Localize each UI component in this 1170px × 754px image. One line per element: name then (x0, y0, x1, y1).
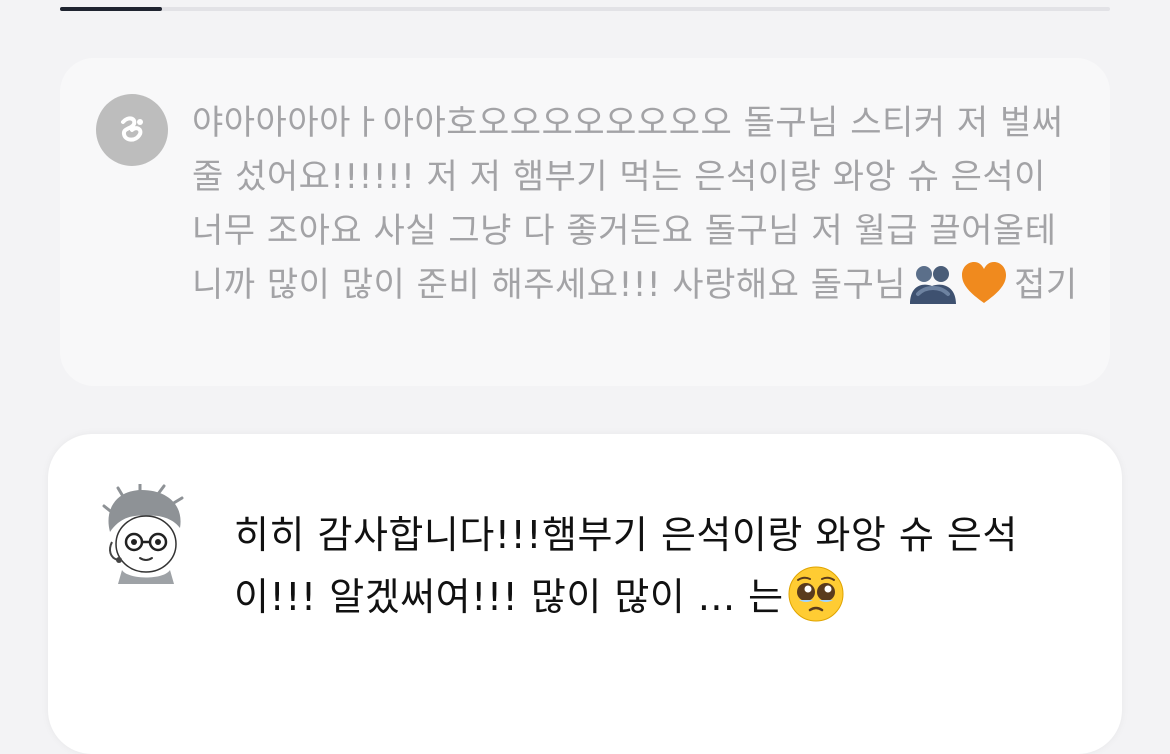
pleading-face-emoji (788, 566, 844, 622)
orange-heart-emoji (960, 261, 1008, 305)
artist-avatar-illustration (102, 482, 184, 584)
reply-message-body: 히히 감사합니다!!!햄부기 은석이랑 와앙 슈 은석이!!! 알겠써여!!! … (234, 513, 1018, 619)
artist-reply-text: 히히 감사합니다!!!햄부기 은석이랑 와앙 슈 은석이!!! 알겠써여!!! … (234, 504, 1094, 628)
artist-reply-card: 히히 감사합니다!!!햄부기 은석이랑 와앙 슈 은석이!!! 알겠써여!!! … (48, 434, 1122, 754)
people-hugging-emoji (908, 264, 958, 304)
fan-message-text: 야아아아아ㅏ아아호오오오오오오오오 돌구님 스티커 저 벌써 줄 섰어요!!!!… (192, 96, 1082, 312)
artist-avatar[interactable] (100, 482, 190, 584)
progress-track (60, 7, 1110, 11)
fan-message-card: 야아아아아ㅏ아아호오오오오오오오오 돌구님 스티커 저 벌써 줄 섰어요!!!!… (60, 58, 1110, 386)
collapse-link[interactable]: 접기 (1014, 265, 1078, 305)
fan-avatar-icon (121, 116, 143, 142)
progress-fill (60, 7, 162, 11)
fan-avatar[interactable] (96, 94, 168, 166)
